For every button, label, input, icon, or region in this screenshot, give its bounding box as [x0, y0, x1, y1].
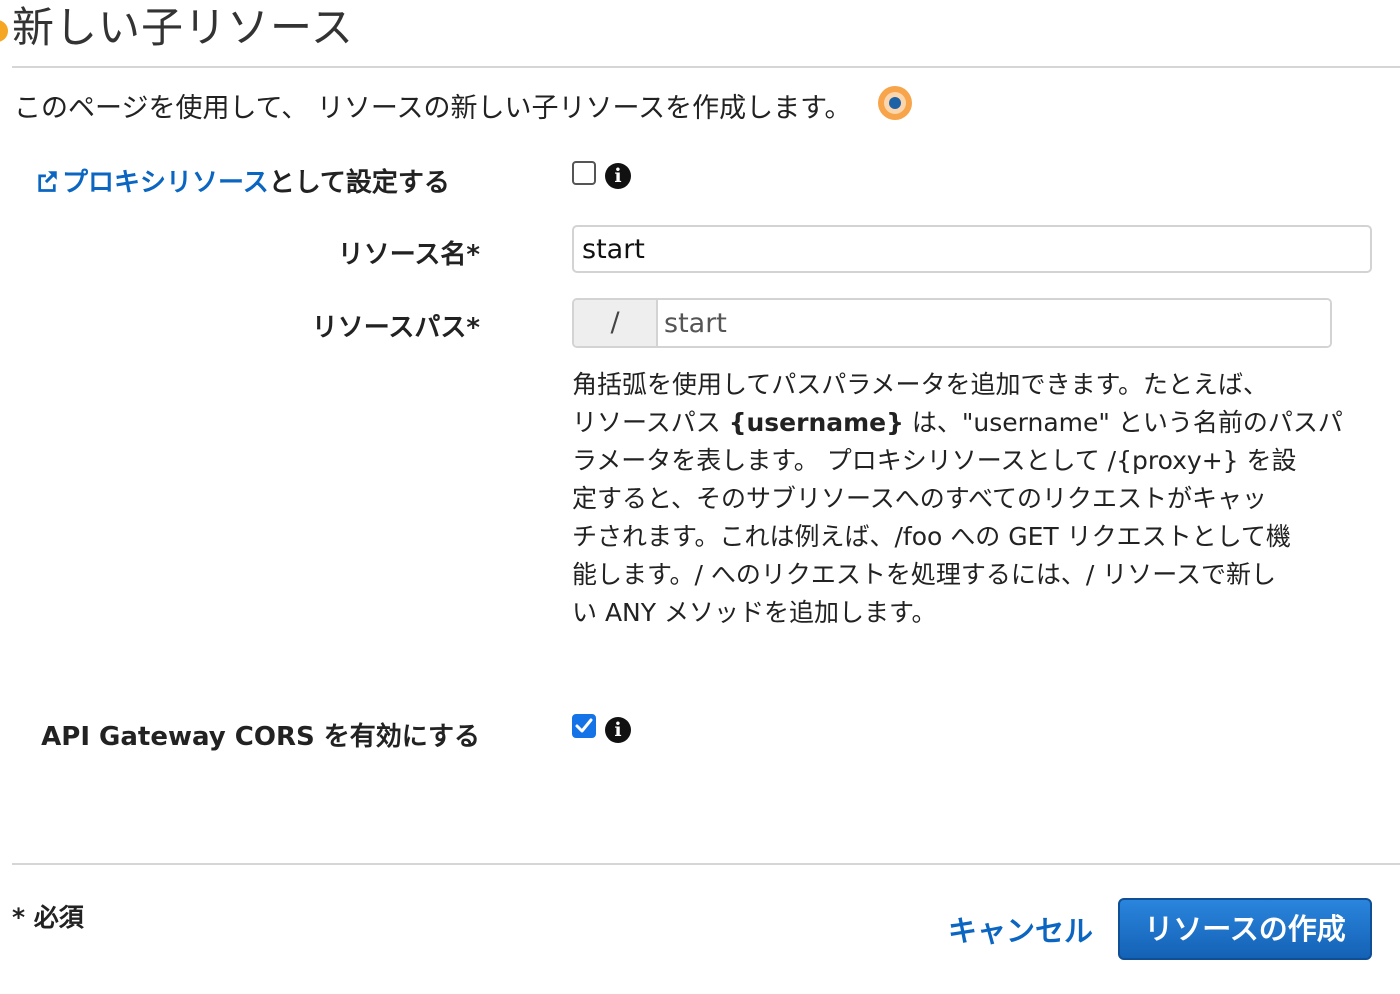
proxy-resource-link[interactable]: プロキシリソース — [34, 168, 269, 198]
help-line: ラメータを表します。 プロキシリソースとして /{proxy+} を設 — [572, 446, 1297, 475]
proxy-label-suffix: として設定する — [268, 168, 450, 198]
page-title: 新しい子リソース — [12, 3, 354, 52]
create-resource-button[interactable]: リソースの作成 — [1118, 898, 1372, 960]
help-line: い ANY メソッドを追加します。 — [572, 598, 937, 627]
required-note: * 必須 — [12, 903, 84, 932]
resource-path-help: 角括弧を使用してパスパラメータを追加できます。たとえば、 リソースパス {use… — [572, 366, 1372, 632]
footer-divider — [12, 863, 1400, 865]
resource-path-input[interactable] — [658, 300, 1330, 346]
help-line: 定すると、そのサブリソースへのすべてのリクエストがキャッ — [572, 484, 1268, 513]
page-intro: このページを使用して、 リソースの新しい子リソースを作成します。 — [14, 93, 852, 124]
resource-path-prefix: / — [574, 300, 658, 346]
info-icon[interactable]: i — [605, 717, 631, 743]
help-line: 角括弧を使用してパスパラメータを追加できます。たとえば、 — [572, 370, 1269, 399]
info-icon[interactable]: i — [605, 163, 631, 189]
help-line: チされます。これは例えば、/foo への GET リクエストとして機 — [572, 522, 1291, 551]
resource-path-field: / — [572, 298, 1332, 348]
cors-checkbox[interactable] — [572, 714, 596, 738]
help-example-param: {username} — [728, 408, 904, 437]
header-divider — [12, 66, 1400, 68]
proxy-link-text: プロキシリソース — [62, 168, 269, 198]
cors-label: API Gateway CORS を有効にする — [41, 722, 480, 752]
help-line: リソースパス {username} は、"username" という名前のパスパ — [572, 408, 1343, 437]
cancel-button[interactable]: キャンセル — [948, 908, 1093, 950]
external-link-icon — [38, 171, 57, 192]
resource-name-label: リソース名* — [337, 240, 480, 270]
proxy-resource-checkbox[interactable] — [572, 161, 596, 185]
resource-name-input[interactable] — [572, 225, 1372, 273]
help-line: 能します。/ へのリクエストを処理するには、/ リソースで新し — [572, 560, 1276, 589]
checkmark-icon — [575, 718, 593, 733]
proxy-resource-label: プロキシリソースとして設定する — [34, 162, 450, 199]
help-beacon-icon[interactable] — [878, 86, 912, 120]
status-dot-icon — [0, 20, 8, 42]
resource-path-label: リソースパス* — [311, 313, 480, 343]
